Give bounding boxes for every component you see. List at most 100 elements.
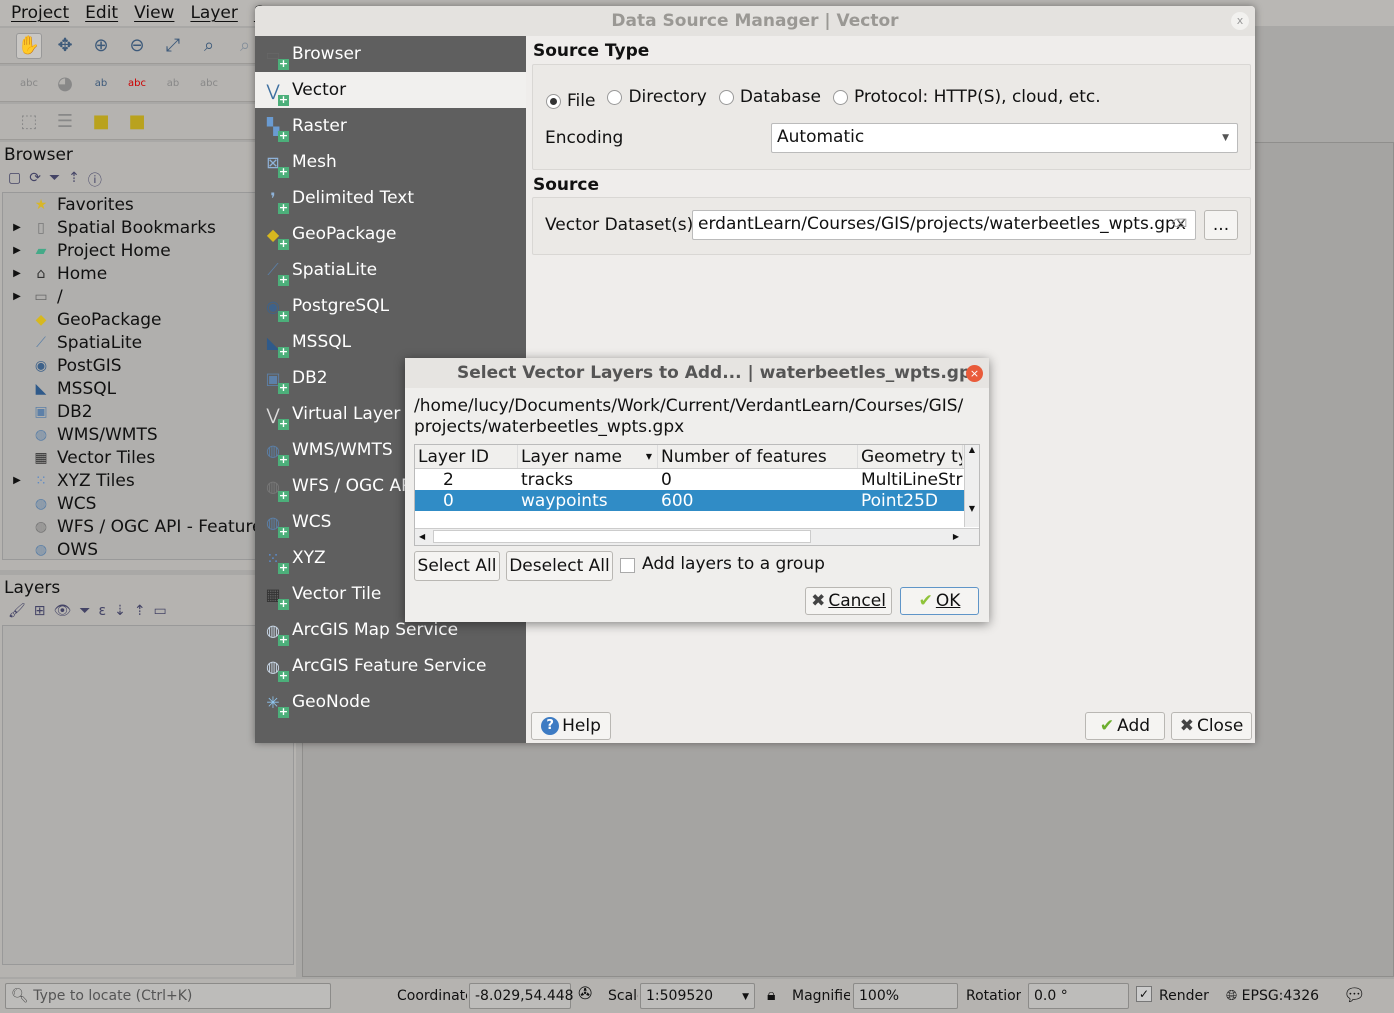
radio-button[interactable] — [718, 89, 734, 105]
pan-icon[interactable]: ✋ — [16, 32, 42, 59]
browser-item[interactable]: ▦ Vector Tiles — [3, 446, 293, 469]
info-icon[interactable]: ⓘ — [88, 170, 102, 189]
zoom-selection-icon[interactable]: ⌕ — [196, 33, 222, 59]
expand-arrow-icon[interactable]: ▶ — [3, 291, 31, 302]
browser-item[interactable]: ▣ DB2 — [3, 400, 293, 423]
select-all-button[interactable]: Select All — [414, 551, 500, 581]
move-label-icon[interactable]: ab — [160, 71, 186, 97]
zoom-full-icon[interactable]: ⤢ — [160, 33, 186, 59]
browser-item[interactable]: ▶ ⁙ XYZ Tiles — [3, 469, 293, 492]
browse-button[interactable]: ... — [1204, 210, 1238, 240]
zoom-out-icon[interactable]: ⊖ — [124, 33, 150, 59]
sidebar-item[interactable]: ◆GeoPackage — [255, 216, 526, 252]
select-location-icon[interactable]: ■ — [124, 109, 150, 135]
cancel-button[interactable]: ✖ Cancel — [805, 587, 892, 615]
horizontal-scrollbar[interactable]: ◀ ▶ — [415, 528, 979, 545]
browser-item[interactable]: ◣ MSSQL — [3, 377, 293, 400]
browser-item[interactable]: ★ Favorites — [3, 193, 293, 216]
label-icon[interactable]: abc — [16, 71, 42, 97]
refresh-icon[interactable]: ⟳ — [29, 170, 41, 188]
deselect-all-button[interactable]: Deselect All — [506, 551, 613, 581]
menu-edit[interactable]: Edit — [85, 3, 118, 23]
deselect-icon[interactable]: ■ — [88, 109, 114, 135]
encoding-combo[interactable]: Automatic ▼ — [771, 123, 1238, 153]
source-type-radio[interactable]: Protocol: HTTP(S), cloud, etc. — [832, 87, 1101, 107]
crs-button[interactable]: 🌐︎ EPSG:4326 — [1226, 988, 1319, 1004]
expand-arrow-icon[interactable]: ▶ — [3, 268, 31, 279]
attribute-table-icon[interactable]: ☰ — [52, 109, 78, 135]
expand-arrow-icon[interactable]: ▶ — [3, 245, 31, 256]
select-features-icon[interactable]: ⬚ — [16, 109, 42, 135]
browser-item[interactable]: ⟋ SpatiaLite — [3, 331, 293, 354]
source-type-radio[interactable]: Database — [718, 87, 821, 107]
remove-layer-icon[interactable]: ▭ — [154, 603, 167, 621]
render-checkbox[interactable]: ✓ — [1136, 986, 1152, 1002]
pan-to-selection-icon[interactable]: ✥ — [52, 33, 78, 59]
filter-icon[interactable]: ⏷ — [49, 170, 60, 188]
pin-label-icon[interactable]: ab — [88, 71, 114, 97]
show-hide-label-icon[interactable]: abc — [196, 71, 222, 97]
rotation-spinbox[interactable]: 0.0 ° — [1028, 983, 1129, 1009]
source-type-radio[interactable]: File — [546, 91, 595, 111]
sidebar-item[interactable]: ⟋SpatiaLite — [255, 252, 526, 288]
zoom-in-icon[interactable]: ⊕ — [88, 33, 114, 59]
column-header[interactable]: Layer name ▼ — [518, 445, 658, 468]
browser-item[interactable]: ◉ PostGIS — [3, 354, 293, 377]
diagram-icon[interactable]: ◕ — [52, 71, 78, 97]
browser-item[interactable]: ▶ ▭ / — [3, 285, 293, 308]
browser-item[interactable]: ▶ ▯ Spatial Bookmarks — [3, 216, 293, 239]
close-icon[interactable]: × — [966, 365, 983, 382]
expand-arrow-icon[interactable]: ▶ — [3, 222, 31, 233]
add-selected-icon[interactable]: ▢ — [8, 170, 21, 188]
expand-all-icon[interactable]: ⇣ — [114, 603, 126, 621]
browser-item[interactable]: ◍ WMS/WMTS — [3, 423, 293, 446]
coordinate-field[interactable]: -8.029,54.448 — [469, 983, 574, 1009]
expression-icon[interactable]: ε — [99, 603, 107, 621]
scale-combo[interactable]: 1:509520 ▼ — [640, 983, 755, 1009]
sidebar-item[interactable]: ⊠Mesh — [255, 144, 526, 180]
column-header[interactable]: Geometry ty — [858, 445, 963, 468]
close-icon[interactable]: x — [1231, 12, 1249, 30]
filter-icon[interactable]: ⏷ — [79, 603, 90, 621]
clear-icon[interactable]: ⌫ — [1171, 217, 1187, 230]
expand-arrow-icon[interactable]: ▶ — [3, 475, 31, 486]
radio-button[interactable] — [607, 89, 623, 105]
browser-tree[interactable]: ★ Favorites ▶ ▯ Spatial Bookmarks ▶ ▰ Project H… — [2, 192, 294, 560]
help-button[interactable]: ? Help — [531, 712, 611, 740]
add-to-group-checkbox[interactable] — [620, 558, 635, 573]
column-header[interactable]: Layer ID — [415, 445, 518, 468]
menu-project[interactable]: Project — [11, 3, 69, 23]
ok-button[interactable]: ✔ OK — [900, 587, 979, 615]
table-row[interactable]: 0 waypoints 600 Point25D — [415, 490, 979, 511]
highlight-label-icon[interactable]: abc — [124, 71, 150, 97]
radio-button[interactable] — [546, 93, 561, 109]
collapse-all-icon[interactable]: ⇡ — [134, 603, 146, 621]
lock-icon[interactable]: 🔒︎ — [767, 985, 776, 1005]
column-header[interactable]: Number of features — [658, 445, 858, 468]
collapse-icon[interactable]: ⇡ — [68, 170, 80, 188]
browser-item[interactable]: ◍ OWS — [3, 538, 293, 560]
visibility-icon[interactable]: 👁 — [54, 603, 72, 621]
magnifier-spinbox[interactable]: 100% — [853, 983, 958, 1009]
sidebar-item[interactable]: ◉PostgreSQL — [255, 288, 526, 324]
sidebar-item[interactable]: ◣MSSQL — [255, 324, 526, 360]
browser-item[interactable]: ▶ ⌂ Home — [3, 262, 293, 285]
table-row[interactable]: 2 tracks 0 MultiLineStr — [415, 469, 979, 490]
sidebar-item[interactable]: ✳GeoNode — [255, 684, 526, 720]
sidebar-item[interactable]: ▚Raster — [255, 108, 526, 144]
messages-icon[interactable]: 💬︎ — [1343, 985, 1366, 1006]
locate-search-input[interactable]: 🔍︎ Type to locate (Ctrl+K) — [5, 983, 331, 1009]
layers-tree[interactable] — [2, 625, 294, 965]
radio-button[interactable] — [832, 89, 848, 105]
menu-view[interactable]: View — [134, 3, 174, 23]
browser-item[interactable]: ◆ GeoPackage — [3, 308, 293, 331]
browser-item[interactable]: ◍ WFS / OGC API - Features — [3, 515, 293, 538]
extents-toggle-icon[interactable]: ✇ — [578, 984, 592, 1004]
vertical-scrollbar[interactable]: ▲ ▼ — [964, 445, 979, 527]
add-group-icon[interactable]: ⊞ — [34, 603, 46, 621]
sidebar-item[interactable]: ◍ArcGIS Feature Service — [255, 648, 526, 684]
menu-layer[interactable]: Layer — [190, 3, 237, 23]
browser-item[interactable]: ◍ WCS — [3, 492, 293, 515]
close-button[interactable]: ✖ Close — [1171, 712, 1252, 740]
dataset-path-input[interactable]: erdantLearn/Courses/GIS/projects/waterbe… — [692, 210, 1196, 240]
